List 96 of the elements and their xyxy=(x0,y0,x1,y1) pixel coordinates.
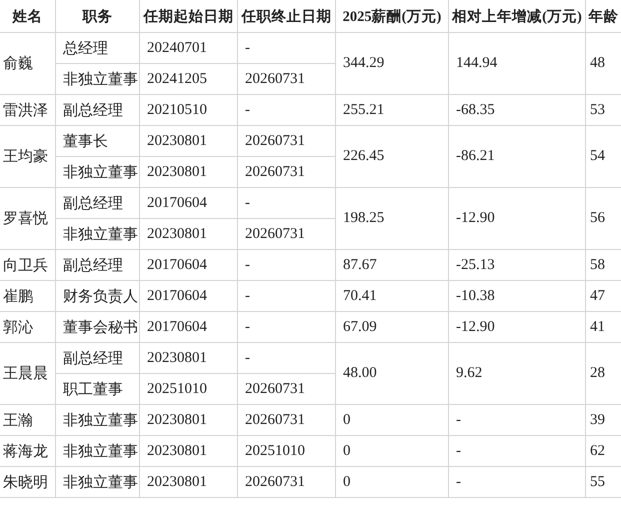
table-cell: 非独立董事 xyxy=(56,64,140,95)
table-cell: 20230801 xyxy=(140,467,238,498)
column-header: 职务 xyxy=(56,0,140,33)
table-cell: 董事会秘书 xyxy=(56,312,140,343)
table-cell: 罗喜悦 xyxy=(0,188,56,250)
table-cell: 非独立董事 xyxy=(56,157,140,188)
table-cell: 20251010 xyxy=(140,374,238,405)
table-cell: 0 xyxy=(336,467,449,498)
table-cell: 俞巍 xyxy=(0,33,56,95)
table-cell: 55 xyxy=(586,467,621,498)
table-cell: - xyxy=(238,95,336,126)
column-header: 相对上年增减(万元) xyxy=(449,0,586,33)
table-cell: 226.45 xyxy=(336,126,449,188)
column-header: 年龄 xyxy=(586,0,621,33)
table-cell: -68.35 xyxy=(449,95,586,126)
table-cell: 副总经理 xyxy=(56,95,140,126)
table-cell: 255.21 xyxy=(336,95,449,126)
table-cell: 职工董事 xyxy=(56,374,140,405)
table-cell: 王晨晨 xyxy=(0,343,56,405)
table-cell: 0 xyxy=(336,436,449,467)
table-cell: 67.09 xyxy=(336,312,449,343)
table-cell: 20260731 xyxy=(238,126,336,157)
table-cell: -25.13 xyxy=(449,250,586,281)
table-cell: 53 xyxy=(586,95,621,126)
table-cell: 郭沁 xyxy=(0,312,56,343)
table-cell: 非独立董事 xyxy=(56,436,140,467)
table-cell: - xyxy=(238,281,336,312)
table-cell: - xyxy=(238,33,336,64)
table-cell: 70.41 xyxy=(336,281,449,312)
table-cell: 198.25 xyxy=(336,188,449,250)
table-cell: 58 xyxy=(586,250,621,281)
table-cell: 20241205 xyxy=(140,64,238,95)
table-cell: 财务负责人 xyxy=(56,281,140,312)
column-header: 姓名 xyxy=(0,0,56,33)
table-cell: 54 xyxy=(586,126,621,188)
table-cell: 向卫兵 xyxy=(0,250,56,281)
table-cell: 41 xyxy=(586,312,621,343)
column-header: 任期起始日期 xyxy=(140,0,238,33)
table-cell: 20170604 xyxy=(140,312,238,343)
table-cell: - xyxy=(238,188,336,219)
table-cell: 344.29 xyxy=(336,33,449,95)
table-cell: 20251010 xyxy=(238,436,336,467)
table-cell: 20230801 xyxy=(140,219,238,250)
table-cell: 28 xyxy=(586,343,621,405)
table-cell: 87.67 xyxy=(336,250,449,281)
table-cell: 20230801 xyxy=(140,405,238,436)
table-cell: 王均豪 xyxy=(0,126,56,188)
column-header: 2025薪酬(万元) xyxy=(336,0,449,33)
table-cell: -10.38 xyxy=(449,281,586,312)
table-cell: - xyxy=(449,436,586,467)
table-cell: 20230801 xyxy=(140,343,238,374)
table-cell: 副总经理 xyxy=(56,188,140,219)
table-cell: - xyxy=(449,467,586,498)
table-cell: - xyxy=(238,343,336,374)
column-header: 任职终止日期 xyxy=(238,0,336,33)
table-cell: - xyxy=(238,312,336,343)
table-cell: 非独立董事 xyxy=(56,219,140,250)
table-cell: 副总经理 xyxy=(56,250,140,281)
table-cell: 20260731 xyxy=(238,374,336,405)
table-cell: 崔鹏 xyxy=(0,281,56,312)
table-cell: - xyxy=(449,405,586,436)
table-cell: 20230801 xyxy=(140,157,238,188)
table-cell: 20260731 xyxy=(238,467,336,498)
table-cell: 9.62 xyxy=(449,343,586,405)
table-cell: 47 xyxy=(586,281,621,312)
table-cell: 48.00 xyxy=(336,343,449,405)
table-cell: 总经理 xyxy=(56,33,140,64)
table-cell: - xyxy=(238,250,336,281)
table-cell: 王瀚 xyxy=(0,405,56,436)
table-cell: 20260731 xyxy=(238,219,336,250)
table-cell: 朱晓明 xyxy=(0,467,56,498)
table-cell: 20230801 xyxy=(140,126,238,157)
table-cell: 副总经理 xyxy=(56,343,140,374)
table-cell: 董事长 xyxy=(56,126,140,157)
table-cell: 20170604 xyxy=(140,281,238,312)
table-cell: 20260731 xyxy=(238,405,336,436)
table-cell: 雷洪泽 xyxy=(0,95,56,126)
table-cell: 62 xyxy=(586,436,621,467)
table-cell: 20170604 xyxy=(140,188,238,219)
table-cell: 蒋海龙 xyxy=(0,436,56,467)
table-cell: 20230801 xyxy=(140,436,238,467)
table-cell: 39 xyxy=(586,405,621,436)
table-cell: 144.94 xyxy=(449,33,586,95)
table-cell: -12.90 xyxy=(449,312,586,343)
table-cell: -86.21 xyxy=(449,126,586,188)
table-cell: 20260731 xyxy=(238,64,336,95)
table-cell: 20170604 xyxy=(140,250,238,281)
table-cell: 20210510 xyxy=(140,95,238,126)
table-cell: 20260731 xyxy=(238,157,336,188)
table-cell: 56 xyxy=(586,188,621,250)
table-cell: 非独立董事 xyxy=(56,467,140,498)
table-cell: -12.90 xyxy=(449,188,586,250)
table-cell: 48 xyxy=(586,33,621,95)
table-cell: 0 xyxy=(336,405,449,436)
table-cell: 非独立董事 xyxy=(56,405,140,436)
table-cell: 20240701 xyxy=(140,33,238,64)
